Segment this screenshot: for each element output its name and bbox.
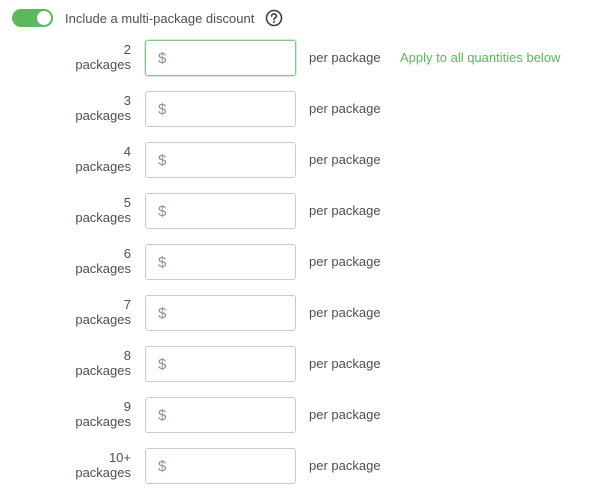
tier-quantity: 3 bbox=[123, 93, 131, 108]
currency-symbol: $ bbox=[158, 253, 167, 271]
per-package-label: per package bbox=[309, 50, 381, 65]
tier-price-input[interactable] bbox=[170, 305, 281, 321]
tier-unit: packages bbox=[75, 210, 131, 225]
tier-quantity: 6 bbox=[123, 246, 131, 261]
tier-quantity: 2 bbox=[123, 42, 131, 57]
tier-quantity-label: 2 packages bbox=[60, 42, 131, 72]
currency-symbol: $ bbox=[158, 49, 167, 67]
currency-symbol: $ bbox=[158, 100, 167, 118]
tier-price-input[interactable] bbox=[170, 203, 281, 219]
tier-quantity: 8 bbox=[123, 348, 131, 363]
currency-symbol: $ bbox=[158, 202, 167, 220]
tier-unit: packages bbox=[75, 312, 131, 327]
tier-price-field[interactable]: $ bbox=[145, 193, 296, 229]
tier-unit: packages bbox=[75, 159, 131, 174]
tier-row-9: 9 packages $ per package bbox=[0, 397, 593, 448]
tier-price-field[interactable]: $ bbox=[145, 142, 296, 178]
per-package-label: per package bbox=[309, 356, 381, 371]
per-package-label: per package bbox=[309, 305, 381, 320]
tier-price-input[interactable] bbox=[170, 50, 281, 66]
tier-quantity-label: 8 packages bbox=[60, 348, 131, 378]
tier-row-8: 8 packages $ per package bbox=[0, 346, 593, 397]
tier-quantity-label: 10+ packages bbox=[60, 450, 131, 480]
per-package-label: per package bbox=[309, 458, 381, 473]
currency-symbol: $ bbox=[158, 355, 167, 373]
discount-tier-list: 2 packages $ per package Apply to all qu… bbox=[0, 40, 593, 499]
tier-unit: packages bbox=[75, 261, 131, 276]
tier-unit: packages bbox=[75, 363, 131, 378]
tier-row-6: 6 packages $ per package bbox=[0, 244, 593, 295]
tier-row-4: 4 packages $ per package bbox=[0, 142, 593, 193]
tier-quantity-label: 5 packages bbox=[60, 195, 131, 225]
tier-price-input[interactable] bbox=[170, 458, 281, 474]
tier-quantity: 10+ bbox=[108, 450, 131, 465]
tier-row-7: 7 packages $ per package bbox=[0, 295, 593, 346]
per-package-label: per package bbox=[309, 203, 381, 218]
tier-price-input[interactable] bbox=[170, 101, 281, 117]
tier-price-field[interactable]: $ bbox=[145, 295, 296, 331]
tier-price-input[interactable] bbox=[170, 152, 281, 168]
tier-row-5: 5 packages $ per package bbox=[0, 193, 593, 244]
tier-quantity-label: 9 packages bbox=[60, 399, 131, 429]
tier-quantity-label: 3 packages bbox=[60, 93, 131, 123]
tier-price-field[interactable]: $ bbox=[145, 448, 296, 484]
tier-unit: packages bbox=[75, 465, 131, 480]
tier-quantity-label: 4 packages bbox=[60, 144, 131, 174]
tier-price-field[interactable]: $ bbox=[145, 40, 296, 76]
tier-price-field[interactable]: $ bbox=[145, 397, 296, 433]
per-package-label: per package bbox=[309, 407, 381, 422]
tier-price-field[interactable]: $ bbox=[145, 346, 296, 382]
tier-quantity: 9 bbox=[123, 399, 131, 414]
question-circle-icon[interactable] bbox=[265, 9, 283, 27]
tier-quantity: 5 bbox=[123, 195, 131, 210]
per-package-label: per package bbox=[309, 254, 381, 269]
tier-price-field[interactable]: $ bbox=[145, 244, 296, 280]
currency-symbol: $ bbox=[158, 457, 167, 475]
tier-price-input[interactable] bbox=[170, 356, 281, 372]
currency-symbol: $ bbox=[158, 406, 167, 424]
per-package-label: per package bbox=[309, 101, 381, 116]
tier-quantity: 4 bbox=[123, 144, 131, 159]
currency-symbol: $ bbox=[158, 151, 167, 169]
tier-quantity-label: 7 packages bbox=[60, 297, 131, 327]
tier-unit: packages bbox=[75, 414, 131, 429]
tier-row-2: 2 packages $ per package Apply to all qu… bbox=[0, 40, 593, 91]
apply-to-all-link[interactable]: Apply to all quantities below bbox=[400, 50, 560, 65]
discount-toggle-label: Include a multi-package discount bbox=[65, 10, 255, 26]
per-package-label: per package bbox=[309, 152, 381, 167]
currency-symbol: $ bbox=[158, 304, 167, 322]
tier-unit: packages bbox=[75, 108, 131, 123]
tier-row-3: 3 packages $ per package bbox=[0, 91, 593, 142]
tier-price-field[interactable]: $ bbox=[145, 91, 296, 127]
tier-unit: packages bbox=[75, 57, 131, 72]
toggle-knob bbox=[37, 11, 51, 25]
tier-price-input[interactable] bbox=[170, 407, 281, 423]
discount-header: Include a multi-package discount bbox=[12, 8, 283, 28]
tier-price-input[interactable] bbox=[170, 254, 281, 270]
tier-quantity-label: 6 packages bbox=[60, 246, 131, 276]
discount-toggle[interactable] bbox=[12, 9, 53, 27]
tier-row-10-plus: 10+ packages $ per package bbox=[0, 448, 593, 499]
tier-quantity: 7 bbox=[123, 297, 131, 312]
